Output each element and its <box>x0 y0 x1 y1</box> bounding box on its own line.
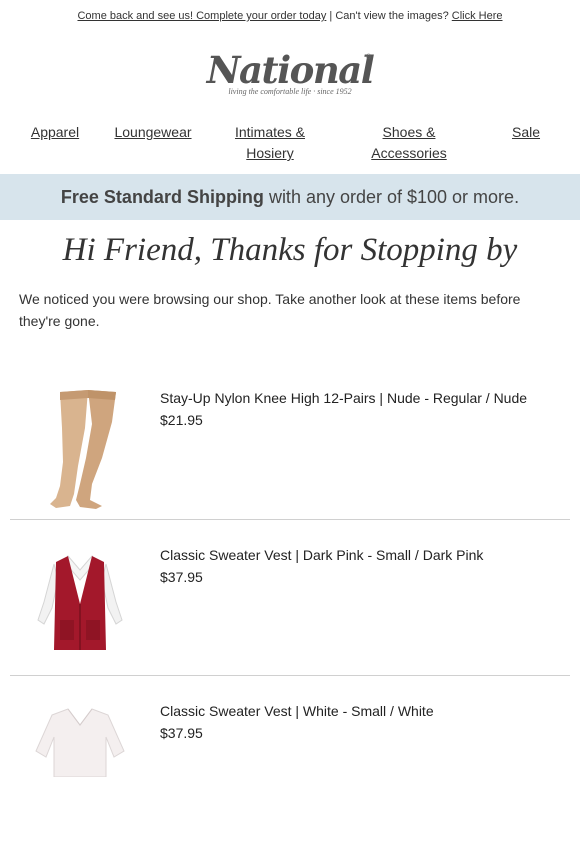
complete-order-link[interactable]: Come back and see us! Complete your orde… <box>77 10 326 22</box>
product-divider <box>10 675 570 676</box>
product-image-white-vest[interactable] <box>30 707 130 832</box>
logo-tagline: living the comfortable life · since 1952 <box>228 87 352 96</box>
product-price: $37.95 <box>160 569 203 585</box>
nav-shoes-accessories[interactable]: Shoes & Accessories <box>359 122 459 164</box>
product-image-stockings[interactable] <box>30 388 130 513</box>
free-shipping-banner: Free Standard Shipping with any order of… <box>0 174 580 220</box>
preheader: Come back and see us! Complete your orde… <box>0 10 580 22</box>
banner-text: with any order of $100 or more. <box>263 187 520 207</box>
nav-loungewear[interactable]: Loungewear <box>108 122 198 143</box>
product-item[interactable]: Stay-Up Nylon Knee High 12-Pairs | Nude … <box>0 388 580 544</box>
intro-text: We noticed you were browsing our shop. T… <box>19 291 521 329</box>
registered-mark: ® <box>366 54 372 61</box>
national-logo[interactable]: National ® living the comfortable life ·… <box>204 50 376 98</box>
product-divider <box>10 519 570 520</box>
product-price: $21.95 <box>160 412 203 428</box>
preheader-separator: | Can't view the images? <box>329 10 449 22</box>
product-name[interactable]: Stay-Up Nylon Knee High 12-Pairs | Nude … <box>160 390 527 406</box>
banner-bold-text: Free Standard Shipping <box>60 187 264 207</box>
nav-intimates-hosiery[interactable]: Intimates & Hosiery <box>225 122 315 164</box>
product-item[interactable]: Classic Sweater Vest | Dark Pink - Small… <box>0 545 580 701</box>
nav-sale[interactable]: Sale <box>506 122 546 143</box>
product-item[interactable]: Classic Sweater Vest | White - Small / W… <box>0 701 580 857</box>
logo-wordmark: National <box>206 48 375 92</box>
product-name[interactable]: Classic Sweater Vest | Dark Pink - Small… <box>160 547 483 563</box>
product-price: $37.95 <box>160 725 203 741</box>
click-here-link[interactable]: Click Here <box>452 10 503 22</box>
page-headline: Hi Friend, Thanks for Stopping by <box>62 232 518 268</box>
product-image-pink-vest[interactable] <box>30 550 130 675</box>
nav-apparel[interactable]: Apparel <box>22 122 88 143</box>
product-name[interactable]: Classic Sweater Vest | White - Small / W… <box>160 703 434 719</box>
